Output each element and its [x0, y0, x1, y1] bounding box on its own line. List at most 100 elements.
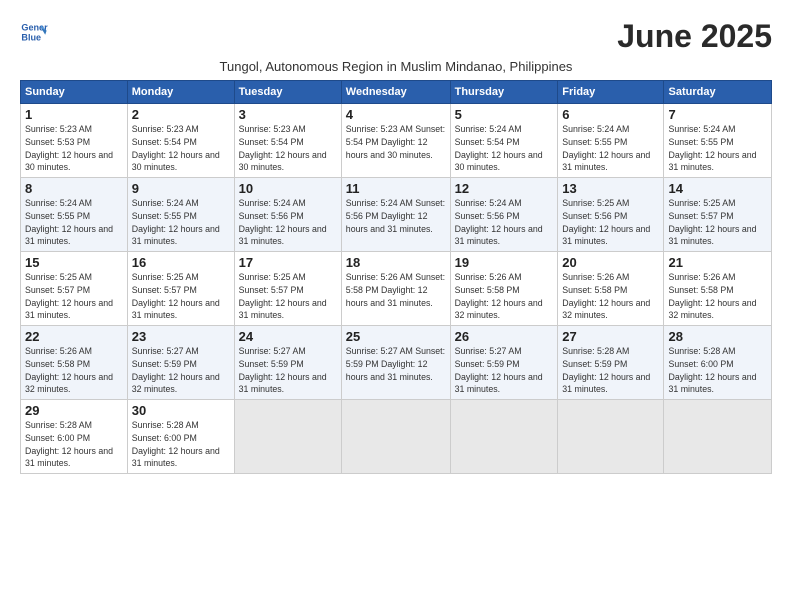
table-row: [558, 400, 664, 474]
day-number: 2: [132, 107, 230, 122]
day-number: 27: [562, 329, 659, 344]
day-number: 17: [239, 255, 337, 270]
day-number: 4: [346, 107, 446, 122]
table-row: 8Sunrise: 5:24 AM Sunset: 5:55 PM Daylig…: [21, 178, 128, 252]
day-number: 29: [25, 403, 123, 418]
table-row: 26Sunrise: 5:27 AM Sunset: 5:59 PM Dayli…: [450, 326, 558, 400]
day-info: Sunrise: 5:24 AM Sunset: 5:56 PM Dayligh…: [455, 197, 554, 248]
table-row: 29Sunrise: 5:28 AM Sunset: 6:00 PM Dayli…: [21, 400, 128, 474]
calendar-row: 22Sunrise: 5:26 AM Sunset: 5:58 PM Dayli…: [21, 326, 772, 400]
day-number: 20: [562, 255, 659, 270]
day-number: 28: [668, 329, 767, 344]
day-number: 1: [25, 107, 123, 122]
table-row: 2Sunrise: 5:23 AM Sunset: 5:54 PM Daylig…: [127, 104, 234, 178]
day-number: 5: [455, 107, 554, 122]
day-info: Sunrise: 5:27 AM Sunset: 5:59 PM Dayligh…: [346, 345, 446, 383]
table-row: 21Sunrise: 5:26 AM Sunset: 5:58 PM Dayli…: [664, 252, 772, 326]
day-info: Sunrise: 5:24 AM Sunset: 5:55 PM Dayligh…: [562, 123, 659, 174]
day-info: Sunrise: 5:26 AM Sunset: 5:58 PM Dayligh…: [346, 271, 446, 309]
table-row: 10Sunrise: 5:24 AM Sunset: 5:56 PM Dayli…: [234, 178, 341, 252]
day-number: 18: [346, 255, 446, 270]
header-sunday: Sunday: [21, 81, 128, 104]
day-info: Sunrise: 5:23 AM Sunset: 5:53 PM Dayligh…: [25, 123, 123, 174]
day-number: 6: [562, 107, 659, 122]
subtitle: Tungol, Autonomous Region in Muslim Mind…: [20, 59, 772, 74]
day-info: Sunrise: 5:28 AM Sunset: 6:00 PM Dayligh…: [668, 345, 767, 396]
day-number: 30: [132, 403, 230, 418]
header-wednesday: Wednesday: [341, 81, 450, 104]
day-info: Sunrise: 5:28 AM Sunset: 6:00 PM Dayligh…: [132, 419, 230, 470]
calendar-row: 29Sunrise: 5:28 AM Sunset: 6:00 PM Dayli…: [21, 400, 772, 474]
logo: General Blue: [20, 18, 48, 46]
table-row: 22Sunrise: 5:26 AM Sunset: 5:58 PM Dayli…: [21, 326, 128, 400]
day-number: 23: [132, 329, 230, 344]
day-number: 16: [132, 255, 230, 270]
table-row: 24Sunrise: 5:27 AM Sunset: 5:59 PM Dayli…: [234, 326, 341, 400]
header-saturday: Saturday: [664, 81, 772, 104]
calendar-row: 8Sunrise: 5:24 AM Sunset: 5:55 PM Daylig…: [21, 178, 772, 252]
table-row: 25Sunrise: 5:27 AM Sunset: 5:59 PM Dayli…: [341, 326, 450, 400]
day-info: Sunrise: 5:25 AM Sunset: 5:57 PM Dayligh…: [239, 271, 337, 322]
table-row: 4Sunrise: 5:23 AM Sunset: 5:54 PM Daylig…: [341, 104, 450, 178]
table-row: 3Sunrise: 5:23 AM Sunset: 5:54 PM Daylig…: [234, 104, 341, 178]
table-row: 27Sunrise: 5:28 AM Sunset: 5:59 PM Dayli…: [558, 326, 664, 400]
table-row: 12Sunrise: 5:24 AM Sunset: 5:56 PM Dayli…: [450, 178, 558, 252]
table-row: 11Sunrise: 5:24 AM Sunset: 5:56 PM Dayli…: [341, 178, 450, 252]
day-info: Sunrise: 5:27 AM Sunset: 5:59 PM Dayligh…: [132, 345, 230, 396]
header-row: General Blue June 2025: [20, 18, 772, 55]
day-number: 12: [455, 181, 554, 196]
header-row: Sunday Monday Tuesday Wednesday Thursday…: [21, 81, 772, 104]
day-number: 10: [239, 181, 337, 196]
day-number: 14: [668, 181, 767, 196]
day-info: Sunrise: 5:25 AM Sunset: 5:57 PM Dayligh…: [132, 271, 230, 322]
day-info: Sunrise: 5:27 AM Sunset: 5:59 PM Dayligh…: [455, 345, 554, 396]
day-number: 3: [239, 107, 337, 122]
day-number: 24: [239, 329, 337, 344]
day-info: Sunrise: 5:23 AM Sunset: 5:54 PM Dayligh…: [346, 123, 446, 161]
day-number: 19: [455, 255, 554, 270]
logo-icon: General Blue: [20, 18, 48, 46]
table-row: [234, 400, 341, 474]
day-number: 22: [25, 329, 123, 344]
day-number: 11: [346, 181, 446, 196]
day-info: Sunrise: 5:24 AM Sunset: 5:55 PM Dayligh…: [25, 197, 123, 248]
calendar-row: 15Sunrise: 5:25 AM Sunset: 5:57 PM Dayli…: [21, 252, 772, 326]
table-row: 17Sunrise: 5:25 AM Sunset: 5:57 PM Dayli…: [234, 252, 341, 326]
header-friday: Friday: [558, 81, 664, 104]
day-number: 21: [668, 255, 767, 270]
header-tuesday: Tuesday: [234, 81, 341, 104]
day-info: Sunrise: 5:26 AM Sunset: 5:58 PM Dayligh…: [455, 271, 554, 322]
table-row: 6Sunrise: 5:24 AM Sunset: 5:55 PM Daylig…: [558, 104, 664, 178]
table-row: 7Sunrise: 5:24 AM Sunset: 5:55 PM Daylig…: [664, 104, 772, 178]
day-info: Sunrise: 5:25 AM Sunset: 5:57 PM Dayligh…: [668, 197, 767, 248]
svg-text:Blue: Blue: [21, 32, 41, 42]
table-row: 16Sunrise: 5:25 AM Sunset: 5:57 PM Dayli…: [127, 252, 234, 326]
day-number: 13: [562, 181, 659, 196]
table-row: [341, 400, 450, 474]
day-info: Sunrise: 5:24 AM Sunset: 5:56 PM Dayligh…: [239, 197, 337, 248]
day-info: Sunrise: 5:24 AM Sunset: 5:56 PM Dayligh…: [346, 197, 446, 235]
day-info: Sunrise: 5:28 AM Sunset: 6:00 PM Dayligh…: [25, 419, 123, 470]
table-row: 19Sunrise: 5:26 AM Sunset: 5:58 PM Dayli…: [450, 252, 558, 326]
day-info: Sunrise: 5:23 AM Sunset: 5:54 PM Dayligh…: [132, 123, 230, 174]
day-number: 9: [132, 181, 230, 196]
table-row: 13Sunrise: 5:25 AM Sunset: 5:56 PM Dayli…: [558, 178, 664, 252]
day-info: Sunrise: 5:26 AM Sunset: 5:58 PM Dayligh…: [562, 271, 659, 322]
day-info: Sunrise: 5:24 AM Sunset: 5:55 PM Dayligh…: [132, 197, 230, 248]
table-row: 9Sunrise: 5:24 AM Sunset: 5:55 PM Daylig…: [127, 178, 234, 252]
table-row: 14Sunrise: 5:25 AM Sunset: 5:57 PM Dayli…: [664, 178, 772, 252]
day-number: 8: [25, 181, 123, 196]
day-info: Sunrise: 5:26 AM Sunset: 5:58 PM Dayligh…: [25, 345, 123, 396]
table-row: 20Sunrise: 5:26 AM Sunset: 5:58 PM Dayli…: [558, 252, 664, 326]
month-title: June 2025: [617, 18, 772, 55]
day-info: Sunrise: 5:25 AM Sunset: 5:57 PM Dayligh…: [25, 271, 123, 322]
table-row: [450, 400, 558, 474]
day-info: Sunrise: 5:26 AM Sunset: 5:58 PM Dayligh…: [668, 271, 767, 322]
table-row: 5Sunrise: 5:24 AM Sunset: 5:54 PM Daylig…: [450, 104, 558, 178]
table-row: [664, 400, 772, 474]
calendar-row: 1Sunrise: 5:23 AM Sunset: 5:53 PM Daylig…: [21, 104, 772, 178]
table-row: 18Sunrise: 5:26 AM Sunset: 5:58 PM Dayli…: [341, 252, 450, 326]
header-monday: Monday: [127, 81, 234, 104]
header-thursday: Thursday: [450, 81, 558, 104]
day-info: Sunrise: 5:24 AM Sunset: 5:54 PM Dayligh…: [455, 123, 554, 174]
